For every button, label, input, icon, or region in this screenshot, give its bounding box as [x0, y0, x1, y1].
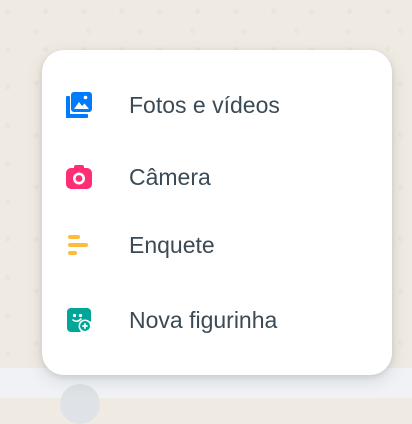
menu-item-new-sticker[interactable]: Nova figurinha [42, 293, 392, 347]
menu-item-photos-videos[interactable]: Fotos e vídeos [42, 78, 392, 132]
sticker-icon [66, 307, 92, 333]
menu-item-label: Fotos e vídeos [129, 91, 280, 118]
poll-icon [66, 232, 92, 258]
menu-item-label: Nova figurinha [129, 306, 278, 333]
menu-item-camera[interactable]: Câmera [42, 150, 392, 204]
photos-icon [66, 92, 92, 118]
menu-item-label: Câmera [129, 163, 211, 190]
camera-icon [66, 164, 92, 190]
attach-button-circle[interactable] [60, 384, 100, 424]
attach-menu: Fotos e vídeos Câmera Enquete Nova figur… [42, 50, 392, 375]
menu-item-label: Enquete [129, 231, 215, 258]
menu-item-poll[interactable]: Enquete [42, 218, 392, 272]
